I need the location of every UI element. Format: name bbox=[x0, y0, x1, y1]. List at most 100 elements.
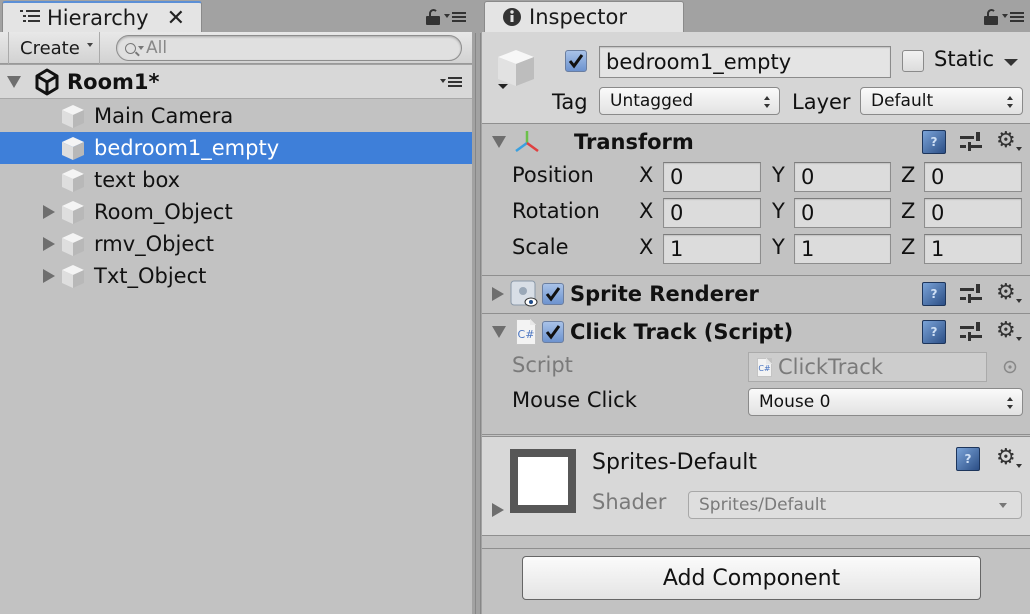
add-component-button[interactable]: Add Component bbox=[522, 556, 981, 600]
panel-menu-icon[interactable] bbox=[444, 11, 466, 23]
csharp-script-icon: C# bbox=[516, 319, 536, 345]
hierarchy-panel-controls bbox=[426, 9, 466, 25]
layer-value: Default bbox=[871, 91, 934, 111]
search-placeholder: All bbox=[146, 38, 168, 58]
static-checkbox[interactable] bbox=[902, 50, 924, 72]
axis-z-label: Z bbox=[901, 199, 916, 223]
tag-dropdown[interactable]: Untagged bbox=[599, 87, 780, 115]
expand-arrow-icon[interactable] bbox=[43, 237, 55, 251]
mouse-click-label: Mouse Click bbox=[512, 388, 637, 412]
tab-inspector-label: Inspector bbox=[529, 5, 627, 29]
gameobject-icon[interactable] bbox=[494, 46, 538, 90]
sprite-renderer-title: Sprite Renderer bbox=[570, 282, 759, 306]
collapse-arrow-icon[interactable] bbox=[492, 326, 506, 338]
gameobject-cube-icon bbox=[62, 265, 84, 288]
presets-icon[interactable] bbox=[960, 132, 982, 152]
scene-menu-icon[interactable] bbox=[440, 76, 462, 88]
sprite-renderer-enabled-checkbox[interactable] bbox=[542, 283, 564, 305]
panel-splitter[interactable] bbox=[474, 0, 482, 614]
scene-row[interactable]: Room1* bbox=[0, 65, 472, 99]
collapse-arrow-icon[interactable] bbox=[7, 75, 21, 88]
gameobject-cube-icon bbox=[62, 105, 84, 128]
layer-dropdown[interactable]: Default bbox=[860, 87, 1023, 115]
axis-y-label: Y bbox=[772, 235, 785, 259]
mouse-click-dropdown[interactable]: Mouse 0 bbox=[748, 388, 1023, 416]
expand-arrow-icon[interactable] bbox=[492, 287, 504, 301]
shader-value: Sprites/Default bbox=[699, 495, 827, 515]
hierarchy-item-rmv-object[interactable]: rmv_Object bbox=[0, 228, 472, 260]
tab-inspector[interactable]: Inspector bbox=[484, 1, 684, 32]
panel-menu-icon[interactable] bbox=[1002, 11, 1024, 23]
hierarchy-item-bedroom1-empty[interactable]: bedroom1_empty bbox=[0, 132, 472, 164]
help-icon[interactable]: ? bbox=[922, 130, 946, 154]
gear-icon[interactable]: ⚙ bbox=[996, 320, 1022, 344]
hierarchy-item-room-object[interactable]: Room_Object bbox=[0, 196, 472, 228]
scene-name: Room1* bbox=[67, 69, 160, 94]
gameobject-cube-icon bbox=[62, 137, 84, 160]
gameobject-name-input[interactable]: bedroom1_empty bbox=[599, 46, 891, 78]
scale-y-input[interactable]: 1 bbox=[794, 234, 891, 264]
transform-tools: ? ⚙ bbox=[922, 130, 1022, 154]
gameobject-active-checkbox[interactable] bbox=[565, 50, 587, 72]
hierarchy-item-main-camera[interactable]: Main Camera bbox=[0, 100, 472, 132]
lock-icon[interactable] bbox=[984, 9, 998, 25]
gear-icon[interactable]: ⚙ bbox=[996, 282, 1022, 306]
create-dropdown-button[interactable]: Create bbox=[8, 32, 100, 64]
axis-y-label: Y bbox=[772, 163, 785, 187]
hierarchy-item-label: text box bbox=[94, 168, 181, 192]
list-icon bbox=[19, 8, 41, 28]
position-z-input[interactable]: 0 bbox=[924, 162, 1022, 192]
axis-x-label: X bbox=[639, 235, 654, 259]
material-preview-thumbnail[interactable] bbox=[510, 449, 576, 513]
section-divider bbox=[482, 537, 1030, 549]
inspector-body: bedroom1_empty Static Tag Untagged Layer… bbox=[482, 32, 1030, 614]
expand-arrow-icon[interactable] bbox=[43, 205, 55, 219]
hierarchy-toolbar: Create All bbox=[0, 32, 472, 64]
gear-icon[interactable]: ⚙ bbox=[996, 447, 1022, 471]
info-icon bbox=[501, 7, 523, 27]
hierarchy-panel: Hierarchy ✕ Create All Room1* Main Camer… bbox=[0, 0, 474, 614]
presets-icon[interactable] bbox=[960, 284, 982, 304]
expand-arrow-icon[interactable] bbox=[43, 269, 55, 283]
rotation-y-input[interactable]: 0 bbox=[794, 198, 891, 228]
sprite-renderer-tools: ? ⚙ bbox=[922, 282, 1022, 306]
hierarchy-item-txt-object[interactable]: Txt_Object bbox=[0, 260, 472, 292]
click-track-title: Click Track (Script) bbox=[570, 320, 794, 344]
help-icon[interactable]: ? bbox=[956, 447, 980, 471]
expand-arrow-icon[interactable] bbox=[492, 503, 504, 517]
tab-hierarchy[interactable]: Hierarchy ✕ bbox=[2, 1, 202, 32]
tag-label: Tag bbox=[552, 90, 588, 114]
chevron-down-icon bbox=[999, 503, 1007, 508]
rotation-z-input[interactable]: 0 bbox=[924, 198, 1022, 228]
hierarchy-tree: Room1* Main Camera bedroom1_empty text b… bbox=[0, 65, 472, 614]
position-label: Position bbox=[512, 163, 594, 187]
shader-dropdown[interactable]: Sprites/Default bbox=[688, 491, 1022, 519]
presets-icon[interactable] bbox=[960, 322, 982, 342]
axis-x-label: X bbox=[639, 163, 654, 187]
hierarchy-search-input[interactable]: All bbox=[116, 35, 462, 61]
sprite-renderer-component: Sprite Renderer ? ⚙ bbox=[482, 277, 1030, 314]
checkmark-icon bbox=[545, 287, 561, 302]
axis-x-label: X bbox=[639, 199, 654, 223]
position-x-input[interactable]: 0 bbox=[663, 162, 761, 192]
gear-icon[interactable]: ⚙ bbox=[996, 130, 1022, 154]
hierarchy-item-text-box[interactable]: text box bbox=[0, 164, 472, 196]
hierarchy-item-label: bedroom1_empty bbox=[94, 136, 280, 160]
static-dropdown-chevron-icon[interactable] bbox=[1004, 59, 1018, 66]
click-track-enabled-checkbox[interactable] bbox=[542, 321, 564, 343]
rotation-x-input[interactable]: 0 bbox=[663, 198, 761, 228]
help-icon[interactable]: ? bbox=[922, 320, 946, 344]
scale-z-input[interactable]: 1 bbox=[924, 234, 1022, 264]
collapse-arrow-icon[interactable] bbox=[492, 136, 506, 148]
material-name: Sprites-Default bbox=[592, 450, 758, 475]
lock-icon[interactable] bbox=[426, 9, 440, 25]
scale-x-input[interactable]: 1 bbox=[663, 234, 761, 264]
object-picker-icon[interactable] bbox=[1003, 360, 1017, 374]
position-y-input[interactable]: 0 bbox=[794, 162, 891, 192]
tag-value: Untagged bbox=[610, 91, 694, 111]
close-icon[interactable]: ✕ bbox=[167, 6, 185, 31]
csharp-script-icon: C# bbox=[757, 357, 772, 377]
sprite-renderer-icon bbox=[510, 280, 538, 307]
updown-arrows-icon bbox=[764, 96, 770, 108]
help-icon[interactable]: ? bbox=[922, 282, 946, 306]
